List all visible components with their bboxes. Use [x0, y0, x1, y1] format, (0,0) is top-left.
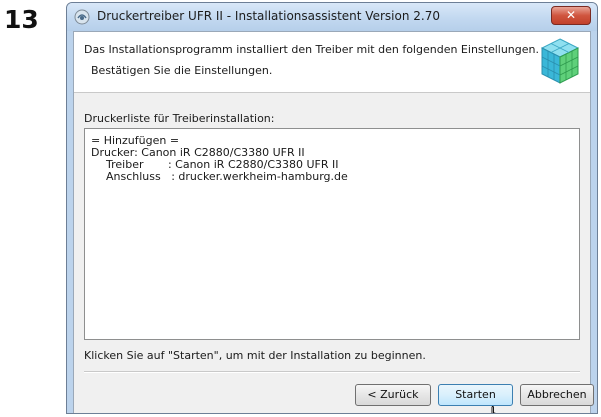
close-button[interactable]: ✕	[551, 6, 591, 25]
close-icon: ✕	[565, 8, 577, 22]
printer-list-box[interactable]: = Hinzufügen = Drucker: Canon iR C2880/C…	[84, 128, 580, 340]
printer-list-label: Druckerliste für Treiberinstallation:	[84, 112, 275, 125]
start-button[interactable]: Starten	[438, 384, 513, 406]
dialog-client-area: Das Installationsprogramm installiert de…	[73, 31, 594, 413]
header-description: Das Installationsprogramm installiert de…	[84, 43, 539, 56]
printer-driver-icon[interactable]	[74, 9, 90, 25]
cancel-button[interactable]: Abbrechen	[520, 384, 594, 406]
list-line-port: Anschluss : drucker.werkheim-hamburg.de	[106, 170, 348, 183]
footer-separator	[84, 371, 580, 373]
title-bar[interactable]: Druckertreiber UFR II - Installationsass…	[67, 3, 597, 31]
header-panel: Das Installationsprogramm installiert de…	[74, 32, 590, 93]
mouse-pointer-icon	[487, 406, 503, 413]
back-button[interactable]: < Zurück	[355, 384, 431, 406]
window-title: Druckertreiber UFR II - Installationsass…	[97, 9, 440, 23]
header-instruction: Bestätigen Sie die Einstellungen.	[91, 64, 273, 77]
start-instruction: Klicken Sie auf "Starten", um mit der In…	[84, 349, 426, 362]
installer-window: Druckertreiber UFR II - Installationsass…	[66, 2, 598, 414]
cube-stack-icon	[538, 36, 582, 86]
step-number: 13	[4, 5, 39, 34]
